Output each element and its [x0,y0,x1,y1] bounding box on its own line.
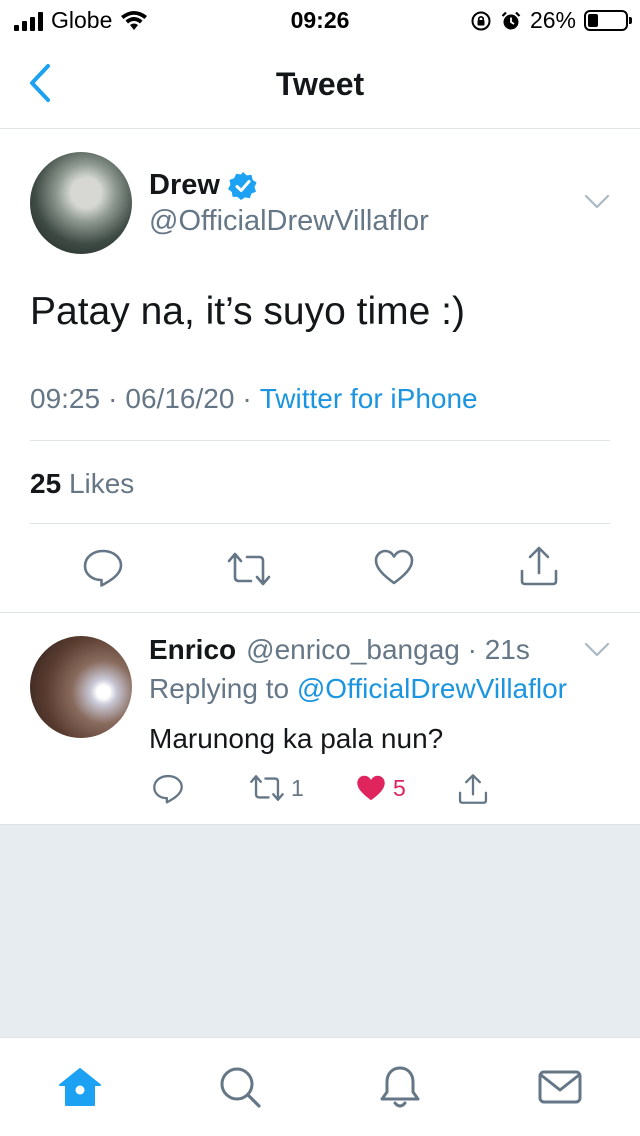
battery-icon [584,10,632,31]
tweet-text: Patay na, it’s suyo time :) [30,290,465,333]
reply-icon[interactable] [82,548,124,588]
retweet-count: 1 [291,774,304,801]
divider [30,523,610,524]
page-title: Tweet [275,66,365,102]
like-count: 25 [30,468,62,499]
empty-content-area [0,824,640,1037]
reply-header[interactable]: Enrico @enrico_bangag · 21s [149,634,530,666]
meta-separator: · [108,383,118,414]
reply-share-button[interactable] [457,773,489,805]
like-icon[interactable] [373,548,415,586]
meta-separator: · [242,383,252,414]
author-handle: @OfficialDrewVillaflor [149,205,429,237]
reply-reply-button[interactable] [152,773,184,805]
reply-icon [153,774,183,804]
reply-like-button[interactable]: 5 [355,773,406,803]
tweet-time: 09:25 [30,383,101,414]
verified-badge-icon [227,171,257,200]
reply-retweet-button[interactable]: 1 [249,773,304,803]
heart-filled-icon [357,775,385,801]
replying-label: Replying to [149,673,290,704]
status-right: 26% [470,7,632,34]
home-icon[interactable] [56,1063,104,1111]
divider [30,440,610,441]
share-icon[interactable] [519,545,559,587]
chevron-down-icon[interactable] [584,642,610,658]
tweet-date: 06/16/20 [125,383,235,414]
retweet-icon [250,775,284,801]
reply-text: Marunong ka pala nun? [149,723,444,754]
status-bar: Globe 09:26 26% [0,0,640,40]
reply-author-name: Enrico [149,634,237,665]
likes-label: Likes [68,468,135,499]
search-icon[interactable] [216,1063,264,1111]
author-display-name: Drew [149,169,220,201]
reply-author-handle: @enrico_bangag · 21s [246,634,530,665]
tweet-meta: 09:25 · 06/16/20 · Twitter for iPhone [30,383,478,415]
reply-author-avatar[interactable] [30,636,132,738]
likes-count-row[interactable]: 25 Likes [30,468,134,500]
replying-to: Replying to @OfficialDrewVillaflor [149,673,567,705]
alarm-icon [501,11,521,29]
chevron-down-icon[interactable] [584,194,610,210]
navigation-header: Tweet [0,40,640,129]
share-icon [458,774,488,804]
author-name-row[interactable]: Drew [149,169,258,202]
battery-percent: 26% [529,7,576,33]
orientation-lock-icon [471,11,491,30]
retweet-icon[interactable] [226,550,272,588]
reply-like-count: 5 [393,774,406,801]
tweet-source-link[interactable]: Twitter for iPhone [260,383,478,415]
replying-mention-link[interactable]: @OfficialDrewVillaflor [297,673,567,704]
messages-icon[interactable] [536,1063,584,1111]
author-avatar[interactable] [30,152,132,254]
divider [0,612,640,613]
notifications-icon[interactable] [376,1063,424,1111]
tab-bar [0,1037,640,1136]
